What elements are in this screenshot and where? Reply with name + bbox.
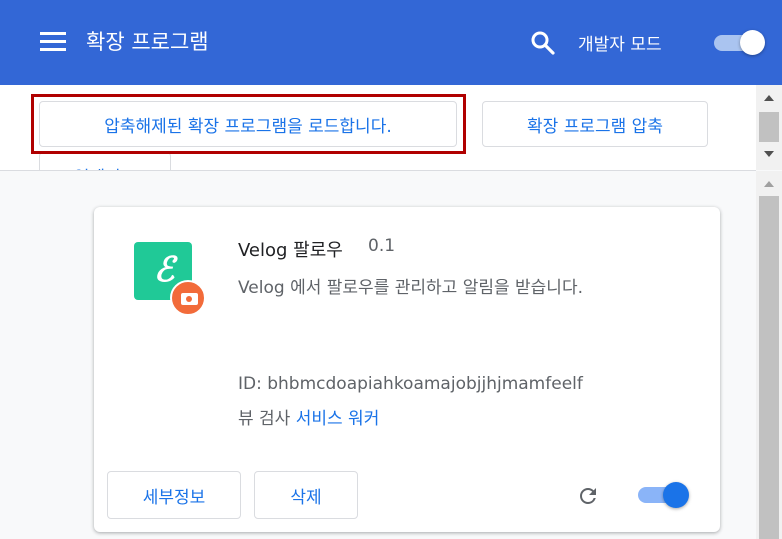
developer-mode-toggle[interactable] <box>714 30 765 56</box>
extension-enable-toggle[interactable] <box>638 482 690 508</box>
developer-mode-label: 개발자 모드 <box>578 35 662 55</box>
app-header: 확장 프로그램 개발자 모드 <box>0 0 782 85</box>
unpacked-badge-icon <box>170 280 206 316</box>
scrollbar-thumb[interactable] <box>759 196 779 539</box>
highlight-box <box>31 94 466 154</box>
page-title: 확장 프로그램 <box>86 30 209 54</box>
main-scrollbar[interactable] <box>756 171 782 539</box>
extension-description: Velog 에서 팔로우를 관리하고 알림을 받습니다. <box>238 278 583 298</box>
remove-button[interactable]: 삭제 <box>254 471 358 519</box>
toolbar-scrollbar[interactable] <box>756 85 782 170</box>
service-worker-link[interactable]: 서비스 워커 <box>296 409 380 429</box>
inspect-views-label: 뷰 검사 <box>238 409 291 429</box>
search-icon[interactable] <box>530 30 556 56</box>
update-button[interactable]: 업데이트 <box>39 152 171 170</box>
scroll-up-arrow-icon[interactable] <box>764 95 774 101</box>
pack-extension-button[interactable]: 확장 프로그램 압축 <box>482 101 708 147</box>
inspect-views: 뷰 검사 서비스 워커 <box>238 404 379 429</box>
scrollbar-thumb[interactable] <box>759 112 779 142</box>
reload-icon[interactable] <box>576 484 600 508</box>
details-button[interactable]: 세부정보 <box>107 471 241 519</box>
extension-name: Velog 팔로우 <box>238 240 343 261</box>
extension-version: 0.1 <box>368 236 396 256</box>
extension-id: ID: bhbmcdoapiahkoamajobjjhjmamfeelf <box>238 374 583 394</box>
hamburger-menu-icon[interactable] <box>40 32 66 52</box>
scroll-down-arrow-icon[interactable] <box>764 151 774 157</box>
scroll-up-arrow-icon[interactable] <box>764 181 774 187</box>
